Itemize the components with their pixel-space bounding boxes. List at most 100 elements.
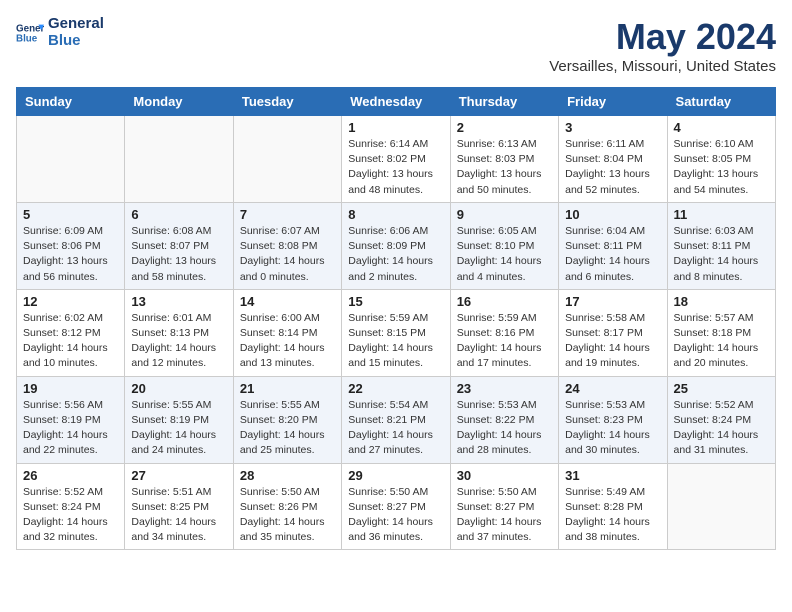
calendar-cell [17,116,125,203]
day-info: Sunrise: 6:11 AMSunset: 8:04 PMDaylight:… [565,137,660,198]
calendar-cell: 22 Sunrise: 5:54 AMSunset: 8:21 PMDayligh… [342,376,450,463]
day-header-saturday: Saturday [667,88,775,116]
day-info: Sunrise: 5:55 AMSunset: 8:20 PMDaylight:… [240,398,335,459]
day-info: Sunrise: 5:52 AMSunset: 8:24 PMDaylight:… [674,398,769,459]
calendar-week-row: 19 Sunrise: 5:56 AMSunset: 8:19 PMDayligh… [17,376,776,463]
day-info: Sunrise: 5:50 AMSunset: 8:26 PMDaylight:… [240,485,335,546]
day-number: 3 [565,120,660,135]
calendar-cell: 21 Sunrise: 5:55 AMSunset: 8:20 PMDayligh… [233,376,341,463]
day-info: Sunrise: 6:02 AMSunset: 8:12 PMDaylight:… [23,311,118,372]
calendar-cell: 7 Sunrise: 6:07 AMSunset: 8:08 PMDaylight… [233,202,341,289]
day-number: 31 [565,468,660,483]
day-info: Sunrise: 5:52 AMSunset: 8:24 PMDaylight:… [23,485,118,546]
calendar-cell: 30Sunrise: 5:50 AMSunset: 8:27 PMDayligh… [450,463,558,550]
calendar-cell: 15Sunrise: 5:59 AMSunset: 8:15 PMDayligh… [342,289,450,376]
calendar-cell: 23 Sunrise: 5:53 AMSunset: 8:22 PMDayligh… [450,376,558,463]
day-info: Sunrise: 6:01 AMSunset: 8:13 PMDaylight:… [131,311,226,372]
calendar-week-row: 26 Sunrise: 5:52 AMSunset: 8:24 PMDayligh… [17,463,776,550]
calendar-cell: 9Sunrise: 6:05 AMSunset: 8:10 PMDaylight… [450,202,558,289]
calendar-cell: 4Sunrise: 6:10 AMSunset: 8:05 PMDaylight… [667,116,775,203]
day-number: 20 [131,381,226,396]
calendar-cell: 26 Sunrise: 5:52 AMSunset: 8:24 PMDayligh… [17,463,125,550]
day-info: Sunrise: 6:04 AMSunset: 8:11 PMDaylight:… [565,224,660,285]
calendar-cell: 20 Sunrise: 5:55 AMSunset: 8:19 PMDayligh… [125,376,233,463]
day-number: 21 [240,381,335,396]
day-number: 5 [23,207,118,222]
calendar-cell: 24 Sunrise: 5:53 AMSunset: 8:23 PMDayligh… [559,376,667,463]
day-number: 8 [348,207,443,222]
day-number: 22 [348,381,443,396]
calendar-cell: 13 Sunrise: 6:01 AMSunset: 8:13 PMDayligh… [125,289,233,376]
day-number: 16 [457,294,552,309]
day-info: Sunrise: 5:59 AMSunset: 8:16 PMDaylight:… [457,311,552,372]
day-number: 11 [674,207,769,222]
calendar-cell: 5 Sunrise: 6:09 AMSunset: 8:06 PMDaylight… [17,202,125,289]
day-info: Sunrise: 5:57 AMSunset: 8:18 PMDaylight:… [674,311,769,372]
calendar-cell: 16 Sunrise: 5:59 AMSunset: 8:16 PMDayligh… [450,289,558,376]
calendar-cell: 8Sunrise: 6:06 AMSunset: 8:09 PMDaylight… [342,202,450,289]
calendar-table: SundayMondayTuesdayWednesdayThursdayFrid… [16,87,776,550]
calendar-header-row: SundayMondayTuesdayWednesdayThursdayFrid… [17,88,776,116]
logo-text: General Blue [48,16,104,49]
calendar-week-row: 1 Sunrise: 6:14 AMSunset: 8:02 PMDaylight… [17,116,776,203]
day-number: 19 [23,381,118,396]
logo-icon: General Blue [16,19,44,47]
day-number: 23 [457,381,552,396]
calendar-cell [233,116,341,203]
calendar-cell: 14Sunrise: 6:00 AMSunset: 8:14 PMDayligh… [233,289,341,376]
day-header-tuesday: Tuesday [233,88,341,116]
day-number: 13 [131,294,226,309]
day-info: Sunrise: 5:53 AMSunset: 8:23 PMDaylight:… [565,398,660,459]
day-header-friday: Friday [559,88,667,116]
day-number: 27 [131,468,226,483]
calendar-cell: 19 Sunrise: 5:56 AMSunset: 8:19 PMDayligh… [17,376,125,463]
day-info: Sunrise: 6:13 AMSunset: 8:03 PMDaylight:… [457,137,552,198]
logo-blue: Blue [48,33,104,50]
day-number: 17 [565,294,660,309]
calendar-cell: 25 Sunrise: 5:52 AMSunset: 8:24 PMDayligh… [667,376,775,463]
day-info: Sunrise: 5:53 AMSunset: 8:22 PMDaylight:… [457,398,552,459]
day-number: 9 [457,207,552,222]
calendar-cell: 31 Sunrise: 5:49 AMSunset: 8:28 PMDayligh… [559,463,667,550]
day-info: Sunrise: 6:09 AMSunset: 8:06 PMDaylight:… [23,224,118,285]
calendar-cell: 11 Sunrise: 6:03 AMSunset: 8:11 PMDayligh… [667,202,775,289]
calendar-week-row: 5 Sunrise: 6:09 AMSunset: 8:06 PMDaylight… [17,202,776,289]
day-number: 6 [131,207,226,222]
calendar-cell [125,116,233,203]
calendar-cell: 1 Sunrise: 6:14 AMSunset: 8:02 PMDaylight… [342,116,450,203]
day-number: 2 [457,120,552,135]
day-header-monday: Monday [125,88,233,116]
day-info: Sunrise: 5:55 AMSunset: 8:19 PMDaylight:… [131,398,226,459]
day-info: Sunrise: 6:08 AMSunset: 8:07 PMDaylight:… [131,224,226,285]
day-number: 25 [674,381,769,396]
day-number: 12 [23,294,118,309]
day-number: 24 [565,381,660,396]
calendar-cell: 29Sunrise: 5:50 AMSunset: 8:27 PMDayligh… [342,463,450,550]
calendar-cell: 12 Sunrise: 6:02 AMSunset: 8:12 PMDayligh… [17,289,125,376]
day-info: Sunrise: 6:03 AMSunset: 8:11 PMDaylight:… [674,224,769,285]
day-number: 29 [348,468,443,483]
day-info: Sunrise: 5:58 AMSunset: 8:17 PMDaylight:… [565,311,660,372]
calendar-cell: 10Sunrise: 6:04 AMSunset: 8:11 PMDayligh… [559,202,667,289]
day-number: 7 [240,207,335,222]
day-info: Sunrise: 6:07 AMSunset: 8:08 PMDaylight:… [240,224,335,285]
day-number: 1 [348,120,443,135]
calendar-cell: 17 Sunrise: 5:58 AMSunset: 8:17 PMDayligh… [559,289,667,376]
day-number: 26 [23,468,118,483]
day-header-sunday: Sunday [17,88,125,116]
day-info: Sunrise: 5:49 AMSunset: 8:28 PMDaylight:… [565,485,660,546]
day-info: Sunrise: 5:54 AMSunset: 8:21 PMDaylight:… [348,398,443,459]
calendar-cell: 28Sunrise: 5:50 AMSunset: 8:26 PMDayligh… [233,463,341,550]
calendar-cell: 2 Sunrise: 6:13 AMSunset: 8:03 PMDaylight… [450,116,558,203]
day-number: 30 [457,468,552,483]
day-number: 4 [674,120,769,135]
day-info: Sunrise: 5:56 AMSunset: 8:19 PMDaylight:… [23,398,118,459]
location-text: Versailles, Missouri, United States [549,58,776,75]
calendar-cell: 18Sunrise: 5:57 AMSunset: 8:18 PMDayligh… [667,289,775,376]
day-info: Sunrise: 6:14 AMSunset: 8:02 PMDaylight:… [348,137,443,198]
calendar-cell: 27 Sunrise: 5:51 AMSunset: 8:25 PMDayligh… [125,463,233,550]
day-number: 14 [240,294,335,309]
calendar-cell [667,463,775,550]
day-info: Sunrise: 5:51 AMSunset: 8:25 PMDaylight:… [131,485,226,546]
calendar-cell: 3 Sunrise: 6:11 AMSunset: 8:04 PMDaylight… [559,116,667,203]
